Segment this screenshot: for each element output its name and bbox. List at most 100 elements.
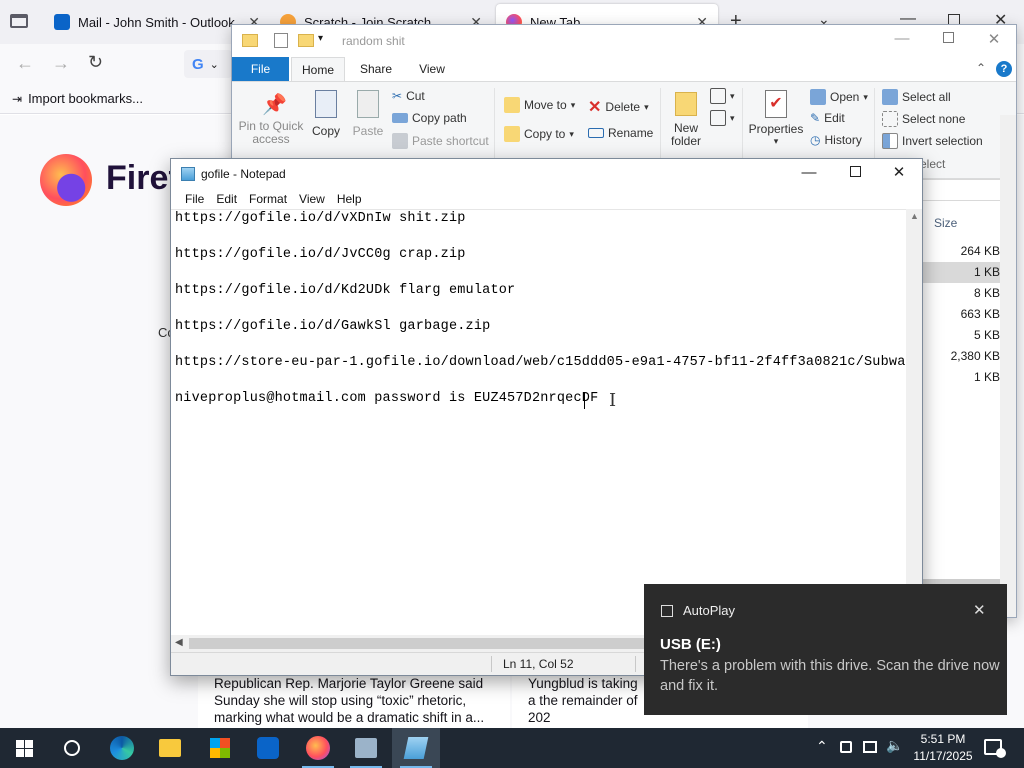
text-line: https://gofile.io/d/vXDnIw shit.zip [175,211,466,226]
outlook-button[interactable] [244,728,292,768]
reload-icon[interactable]: ↻ [88,52,103,73]
notepad-close-icon[interactable]: ✕ [876,163,922,181]
import-icon: ⇥ [12,91,23,106]
store-button[interactable] [196,728,244,768]
scissors-icon: ✂ [392,89,403,103]
menu-help[interactable]: Help [331,189,368,209]
tab-file[interactable]: File [232,57,289,81]
news-headline: Yungblud is taking a the remainder of 20… [528,676,638,725]
explorer-title-bar[interactable]: ▾ random shit — ✕ [232,25,1016,57]
list-item[interactable]: 264 KB [922,241,1004,262]
firefox-tab-list-icon[interactable] [10,14,28,28]
outlook-icon [257,737,279,759]
snipping-tool-button[interactable] [342,728,390,768]
copy-path-button[interactable]: Copy path [392,111,467,125]
tab-share[interactable]: Share [348,57,404,81]
list-item[interactable]: 663 KB [922,304,1004,325]
menu-format[interactable]: Format [243,189,293,209]
clock-time: 5:51 PM [920,732,966,746]
select-none-icon [882,111,898,127]
new-folder-button[interactable]: New folder [666,88,706,148]
quick-access-dropdown-icon[interactable]: ▾ [318,33,323,44]
delete-button[interactable]: ✕ Delete ▾ [588,97,649,117]
usb-device-icon[interactable] [840,741,852,753]
cursor-position: Ln 11, Col 52 [503,657,574,671]
copy-button[interactable]: Copy [308,88,344,138]
open-button[interactable]: Open ▾ [810,89,868,105]
google-icon: G [192,55,204,73]
explorer-minimize-icon[interactable]: — [879,30,925,47]
show-hidden-icons-chevron-icon[interactable]: ⌃ [816,738,828,755]
scroll-thumb[interactable] [189,638,645,649]
start-button[interactable] [0,728,48,768]
explorer-close-icon[interactable]: ✕ [971,30,1017,48]
copy-to-button[interactable]: Copy to ▾ [504,126,574,142]
paste-shortcut-button[interactable]: Paste shortcut [392,133,489,149]
copy-path-icon [392,113,408,123]
select-none-button[interactable]: Select none [882,111,965,127]
menu-edit[interactable]: Edit [210,189,243,209]
windows-logo-icon [15,739,33,757]
rename-button[interactable]: Rename [588,126,653,140]
news-headline: Republican Rep. Marjorie Taylor Greene s… [214,676,485,725]
list-item[interactable]: 1 KB [922,367,1004,388]
list-item[interactable]: 1 KB [922,262,1004,283]
autoplay-toast[interactable]: AutoPlay ✕ USB (E:) There's a problem wi… [644,584,1007,715]
list-item[interactable]: 8 KB [922,283,1004,304]
notepad-button[interactable] [392,728,440,768]
explorer-maximize-icon[interactable] [925,30,971,47]
edit-button[interactable]: ✎ Edit [810,111,845,125]
taskbar: ⌃ 🔈 5:51 PM 11/17/2025 [0,728,1024,768]
list-item[interactable]: 5 KB [922,325,1004,346]
notepad-title-bar[interactable]: gofile - Notepad — ✕ [171,159,922,189]
import-bookmarks-link[interactable]: ⇥ Import bookmarks... [12,91,143,106]
search-engine-button[interactable]: G ⌄ [184,50,232,78]
search-button[interactable] [48,728,96,768]
dropdown-icon: ▾ [730,90,735,101]
collapse-ribbon-chevron-icon[interactable]: ⌃ [976,61,986,75]
back-arrow-icon[interactable]: ← [16,53,34,74]
properties-quick-icon[interactable] [274,33,288,48]
tab-home[interactable]: Home [291,57,345,81]
window-title: random shit [342,34,405,48]
history-button[interactable]: ◷ History [810,133,862,147]
help-icon[interactable]: ? [996,61,1012,77]
notepad-text-area[interactable]: https://gofile.io/d/vXDnIw shit.zip http… [171,209,906,635]
pin-to-quick-access-button[interactable]: 📌 Pin to Quick access [238,88,304,146]
menu-view[interactable]: View [293,189,331,209]
scroll-up-icon[interactable]: ▲ [910,211,919,221]
new-item-button[interactable]: ▾ [710,88,735,104]
copy-icon [315,90,337,118]
move-to-button[interactable]: Move to ▾ [504,97,575,113]
select-all-button[interactable]: Select all [882,89,951,105]
notepad-vertical-scrollbar[interactable]: ▲ [906,209,922,635]
notepad-minimize-icon[interactable]: — [786,164,832,181]
forward-arrow-icon[interactable]: → [52,53,70,74]
firefox-button[interactable] [294,728,342,768]
explorer-vertical-scrollbar[interactable] [1000,115,1016,617]
move-to-icon [504,97,520,113]
easy-access-button[interactable]: ▾ [710,110,735,126]
system-clock[interactable]: 5:51 PM 11/17/2025 [910,731,976,765]
select-group-label: elect [920,157,946,171]
list-item[interactable]: 2,380 KB [922,346,1004,367]
new-folder-quick-icon[interactable] [298,34,314,47]
file-size-list: 264 KB 1 KB 8 KB 663 KB 5 KB 2,380 KB 1 … [922,241,1004,388]
paste-button[interactable]: Paste [350,88,386,138]
status-divider [635,656,636,672]
menu-file[interactable]: File [179,189,210,209]
volume-muted-icon[interactable]: 🔈 [886,737,903,754]
scroll-left-icon[interactable]: ◀ [175,637,183,648]
toast-close-icon[interactable]: ✕ [973,601,986,619]
file-explorer-button[interactable] [146,728,194,768]
properties-button[interactable]: ✔ Properties ▾ [746,88,806,147]
edge-button[interactable] [98,728,146,768]
cut-button[interactable]: ✂ Cut [392,89,425,103]
network-icon[interactable] [863,741,877,753]
size-column-header[interactable]: Size [934,216,957,230]
text-line: https://store-eu-par-1.gofile.io/downloa… [175,355,906,370]
invert-selection-button[interactable]: Invert selection [882,133,983,149]
notepad-maximize-icon[interactable] [832,164,878,181]
clock-date: 11/17/2025 [913,749,973,763]
tab-view[interactable]: View [404,57,460,81]
